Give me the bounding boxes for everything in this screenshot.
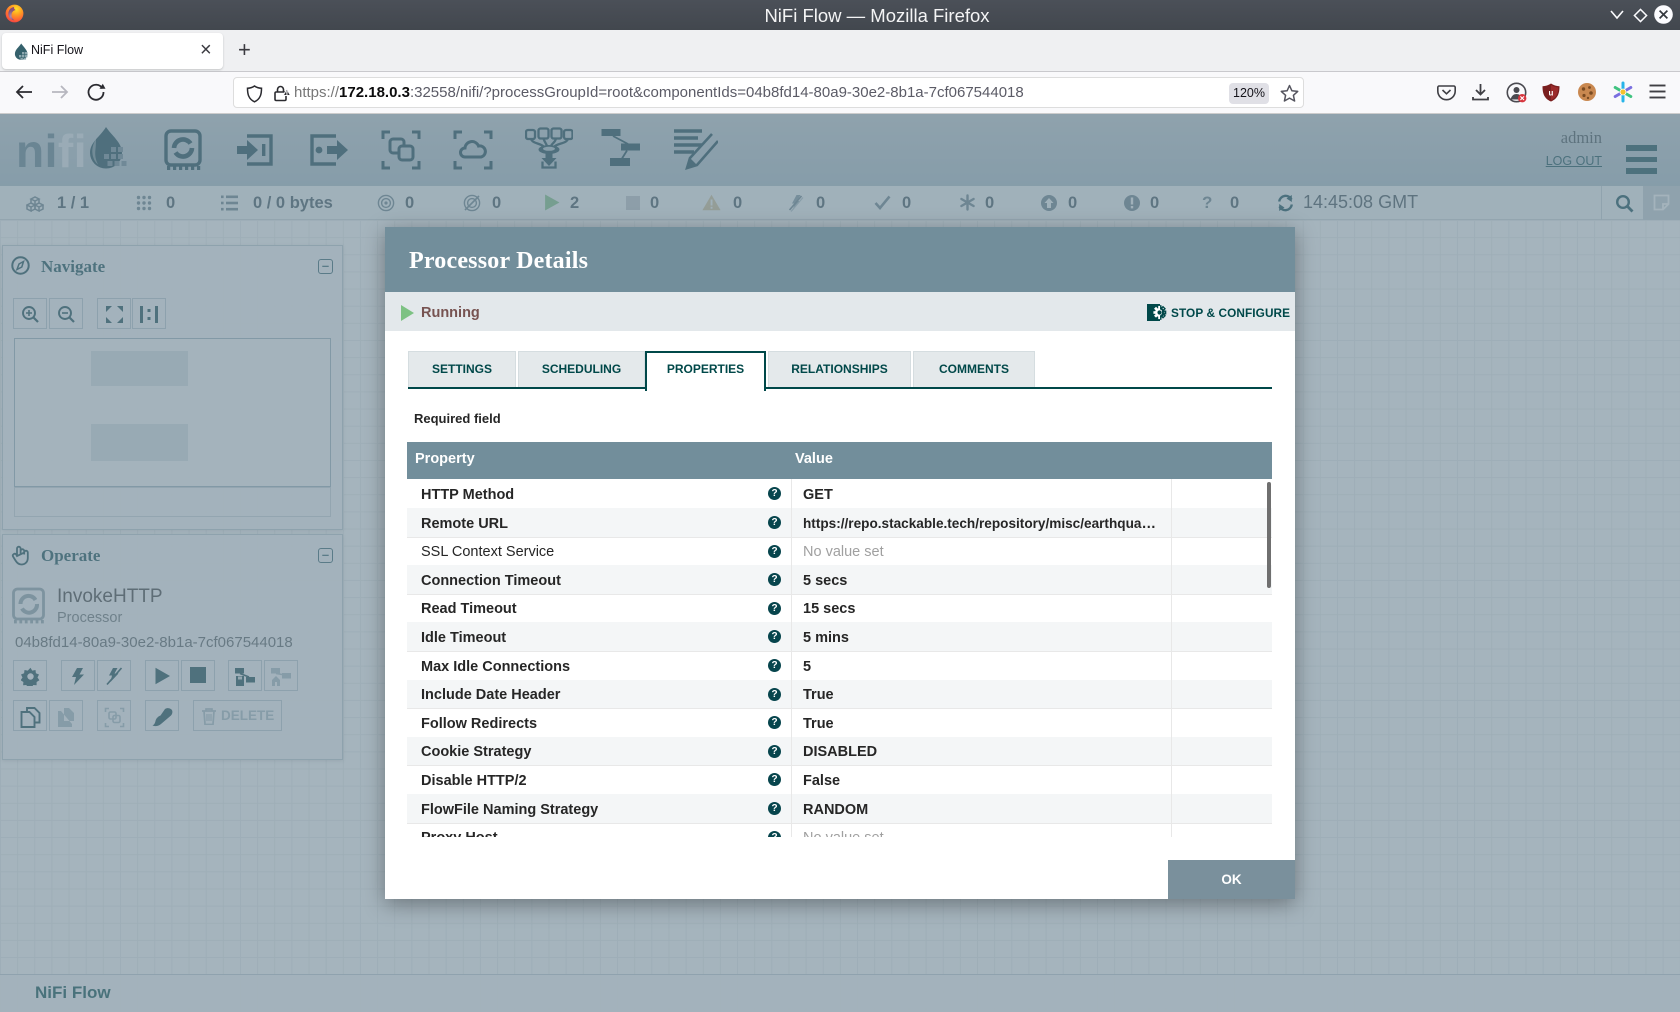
svg-text:u: u [1549,89,1554,98]
